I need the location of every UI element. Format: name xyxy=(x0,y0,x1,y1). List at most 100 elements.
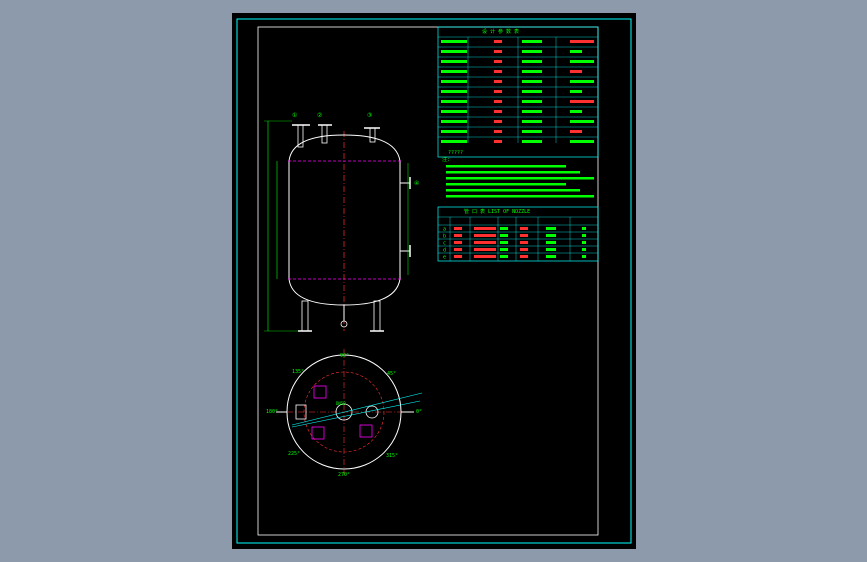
nozzle-cell-mark xyxy=(474,241,496,244)
nozzle-cell-mark xyxy=(546,248,556,251)
elevation-view: ① ② ③ ④ xyxy=(264,112,419,332)
tech-table-rows xyxy=(438,36,598,143)
nozzle-table-rows: abcde xyxy=(438,216,598,261)
angle-45: 45° xyxy=(387,371,396,377)
tech-cell-mark xyxy=(522,70,542,73)
tech-cell-mark xyxy=(570,80,594,83)
nozzle-cell-mark xyxy=(520,227,528,230)
callout-2: ② xyxy=(317,112,322,119)
tech-cell-mark xyxy=(570,110,582,113)
outer-frame xyxy=(236,18,632,544)
nozzle-cell-mark xyxy=(582,248,586,251)
nozzle-row-label: d xyxy=(443,248,446,254)
tech-cell-mark xyxy=(494,70,502,73)
note-line-mark xyxy=(446,183,566,186)
callout-1: ① xyxy=(292,112,297,119)
tech-cell-mark xyxy=(570,90,582,93)
tech-cell-mark xyxy=(522,100,542,103)
tech-cell-mark xyxy=(441,90,467,93)
callout-3: ③ xyxy=(367,112,372,119)
nozzle-cell-mark xyxy=(582,227,586,230)
tech-cell-mark xyxy=(570,140,594,143)
nozzle-cell-mark xyxy=(520,255,528,258)
angle-right: 0° xyxy=(416,409,422,415)
tech-cell-mark xyxy=(494,130,502,133)
tech-cell-mark xyxy=(441,140,467,143)
nozzle-cell-mark xyxy=(582,241,586,244)
tech-cell-mark xyxy=(522,80,542,83)
nozzle-cell-mark xyxy=(500,248,508,251)
callout-4: ④ xyxy=(414,180,419,187)
nozzle-cell-mark xyxy=(582,255,586,258)
nozzle-cell-mark xyxy=(546,241,556,244)
nozzle-cell-mark xyxy=(500,255,508,258)
tech-cell-mark xyxy=(570,100,594,103)
support-leg-right xyxy=(373,300,381,332)
tech-cell-mark xyxy=(522,90,542,93)
nozzle-cell-mark xyxy=(454,234,462,237)
note-line-mark xyxy=(446,165,566,168)
tech-cell-mark xyxy=(494,40,502,43)
nozzle-cell-mark xyxy=(454,227,462,230)
tech-cell-mark xyxy=(441,130,467,133)
tech-cell-mark xyxy=(522,40,542,43)
drawing-sheet: ① ② ③ ④ 90° 180° 0° 270° 45° 135° 225° 3… xyxy=(232,13,636,549)
tech-cell-mark xyxy=(441,80,467,83)
tech-cell-mark xyxy=(494,90,502,93)
nozzle-cell-mark xyxy=(500,227,508,230)
note-line-mark xyxy=(446,195,594,198)
plan-view: 90° 180° 0° 270° 45° 135° 225° 315° DN50 xyxy=(266,349,423,478)
tech-cell-mark xyxy=(570,130,582,133)
nozzle-cell-mark xyxy=(546,255,556,258)
nozzle-cell-mark xyxy=(474,227,496,230)
notes-lines xyxy=(446,165,594,198)
tech-data-table: 设 计 参 数 表 注: ????? xyxy=(437,26,599,198)
plan-flange-1 xyxy=(313,385,327,399)
angle-left: 180° xyxy=(266,409,278,415)
note-line-mark xyxy=(446,177,594,180)
top-nozzle-2 xyxy=(321,124,328,144)
tech-cell-mark xyxy=(570,50,582,53)
angle-135: 135° xyxy=(292,369,304,375)
nozzle-cell-mark xyxy=(474,234,496,237)
nozzle-cell-mark xyxy=(454,241,462,244)
tech-cell-mark xyxy=(494,100,502,103)
tech-cell-mark xyxy=(494,140,502,143)
plan-center-label: DN50 xyxy=(336,401,346,406)
tech-cell-mark xyxy=(522,140,542,143)
nozzle-row-label: c xyxy=(443,241,446,247)
nozzle-cell-mark xyxy=(520,248,528,251)
nozzle-cell-mark xyxy=(546,234,556,237)
tech-cell-mark xyxy=(494,120,502,123)
tech-cell-mark xyxy=(570,40,594,43)
tech-cell-mark xyxy=(494,50,502,53)
note-line-mark xyxy=(446,189,580,192)
nozzle-cell-mark xyxy=(546,227,556,230)
nozzle-cell-mark xyxy=(520,241,528,244)
inner-frame xyxy=(257,26,599,536)
nozzle-row-label: e xyxy=(443,255,446,261)
tech-cell-mark xyxy=(441,110,467,113)
angle-bottom: 270° xyxy=(338,472,350,478)
top-nozzle-3 xyxy=(369,127,376,143)
tech-cell-mark xyxy=(522,50,542,53)
nozzle-row-label: b xyxy=(443,234,446,240)
nozzle-row-label: a xyxy=(443,227,446,233)
tech-cell-mark xyxy=(522,120,542,123)
notes-prefix: 注: xyxy=(442,156,450,163)
top-head xyxy=(288,134,401,162)
plan-leader-1 xyxy=(291,392,423,426)
tech-table-title: 设 计 参 数 表 xyxy=(482,28,519,35)
tech-cell-mark xyxy=(494,110,502,113)
nozzle-cell-mark xyxy=(582,234,586,237)
notes-heading: ????? xyxy=(448,150,463,156)
support-leg-left xyxy=(301,300,309,332)
tech-cell-mark xyxy=(570,70,582,73)
nozzle-table: 管 口 表 LIST OF NOZZLE abcde xyxy=(437,206,599,262)
nozzle-cell-mark xyxy=(474,248,496,251)
angle-225: 225° xyxy=(288,451,300,457)
nozzle-cell-mark xyxy=(474,255,496,258)
tech-cell-mark xyxy=(441,40,467,43)
angle-top: 90° xyxy=(340,353,349,359)
tech-cell-mark xyxy=(494,80,502,83)
